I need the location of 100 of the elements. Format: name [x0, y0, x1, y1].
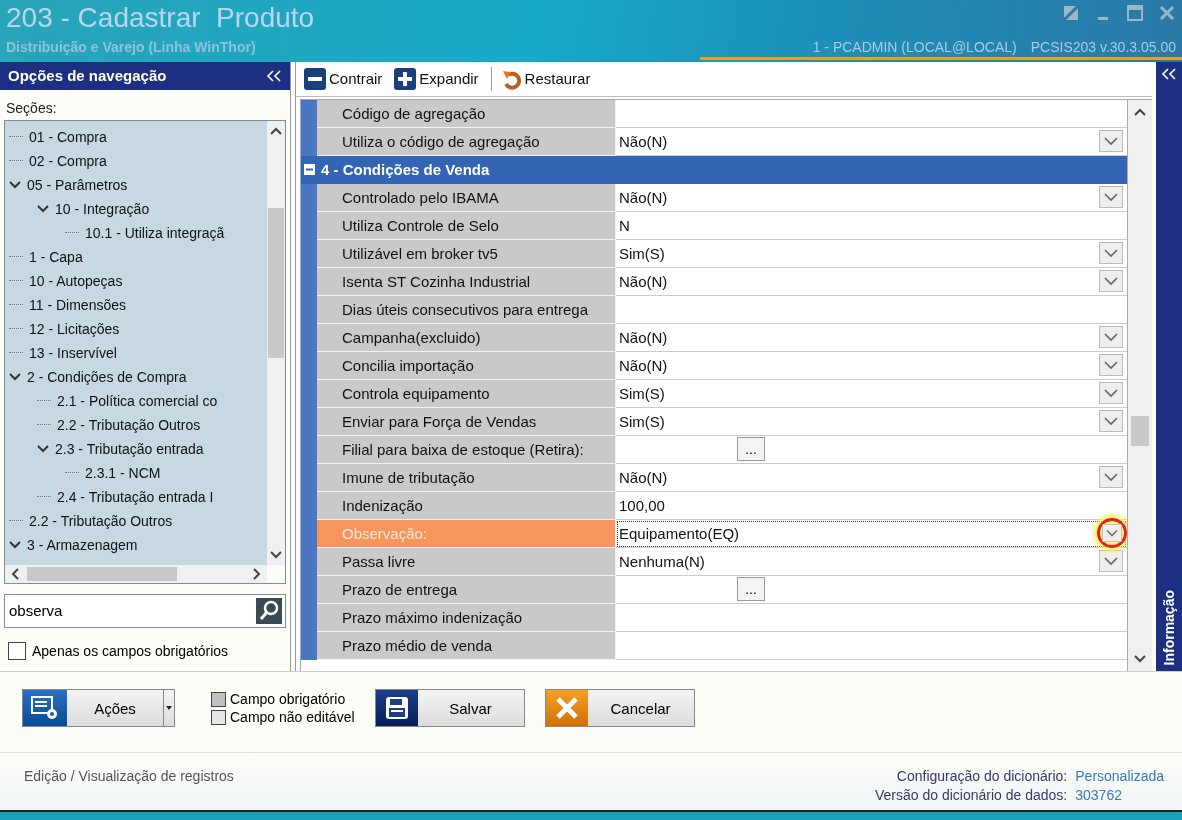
- row-gutter: [301, 183, 317, 212]
- dropdown-button[interactable]: [1099, 382, 1123, 405]
- expanded-chevron-icon[interactable]: [9, 540, 21, 549]
- field-label[interactable]: Isenta ST Cozinha Industrial: [317, 267, 616, 296]
- checkbox[interactable]: [8, 641, 26, 660]
- field-label[interactable]: Prazo de entrega: [317, 575, 616, 604]
- field-label[interactable]: Enviar para Força de Vendas: [317, 407, 616, 436]
- toolbar-button[interactable]: Expandir: [394, 67, 491, 90]
- vertical-scrollbar[interactable]: [267, 120, 285, 565]
- dropdown-button[interactable]: [1099, 130, 1123, 153]
- scroll-right-icon[interactable]: [253, 567, 261, 580]
- settings-list-icon: [30, 695, 60, 722]
- field-label[interactable]: Controla equipamento: [317, 379, 616, 408]
- tree-item[interactable]: 13 - Inservível: [29, 344, 117, 361]
- field-value[interactable]: Sim(S): [619, 412, 1099, 430]
- save-button[interactable]: Salvar: [374, 689, 525, 728]
- panel-title: Opções de navegação: [8, 67, 167, 85]
- field-value[interactable]: Sim(S): [619, 244, 1099, 262]
- tree-item[interactable]: 2.2 - Tributação Outros: [29, 512, 173, 529]
- field-label[interactable]: Código de agregação: [317, 99, 616, 128]
- info-value: Personalizada: [1075, 768, 1164, 785]
- dropdown-button[interactable]: [1099, 270, 1123, 293]
- vertical-scrollbar[interactable]: [1128, 98, 1152, 672]
- tree-item[interactable]: 11 - Dimensões: [29, 296, 126, 313]
- field-label[interactable]: Campanha(excluido): [317, 323, 616, 352]
- field-label[interactable]: Dias úteis consecutivos para entrega: [317, 295, 616, 324]
- tree-item[interactable]: 2 - Condições de Compra: [27, 368, 187, 385]
- section-header[interactable]: 4 - Condições de Venda: [301, 155, 1127, 184]
- scroll-down-icon[interactable]: [1134, 655, 1146, 664]
- dropdown-button[interactable]: [1099, 242, 1123, 265]
- field-value[interactable]: Não(N): [619, 272, 1099, 290]
- field-value[interactable]: Não(N): [619, 468, 1099, 486]
- tree-item[interactable]: 05 - Parâmetros: [27, 176, 128, 193]
- field-label[interactable]: Indenização: [317, 491, 616, 520]
- tree-item[interactable]: 12 - Licitações: [29, 320, 120, 337]
- field-label[interactable]: Controlado pelo IBAMA: [317, 183, 616, 212]
- dropdown-button[interactable]: [1102, 524, 1122, 543]
- dropdown-button[interactable]: [1099, 550, 1123, 573]
- scroll-left-icon[interactable]: [11, 567, 19, 580]
- actions-button[interactable]: Ações: [22, 689, 175, 728]
- field-label[interactable]: Prazo médio de venda: [317, 631, 616, 660]
- info-label: Configuração do dicionário:: [895, 768, 1068, 785]
- tree-item[interactable]: 1 - Capa: [29, 248, 83, 265]
- tree-item[interactable]: 2.2 - Tributação Outros: [57, 416, 201, 433]
- tree-item[interactable]: 3 - Armazenagem: [27, 536, 138, 553]
- field-value[interactable]: Equipamento(EQ): [619, 524, 1097, 542]
- lookup-button[interactable]: ...: [737, 577, 765, 602]
- expanded-chevron-icon[interactable]: [9, 372, 21, 381]
- dropdown-button[interactable]: [1099, 326, 1123, 349]
- field-value[interactable]: 100,00: [619, 496, 1127, 514]
- expanded-chevron-icon[interactable]: [37, 444, 49, 453]
- scroll-up-icon[interactable]: [1134, 107, 1146, 116]
- row-gutter: [301, 127, 317, 156]
- field-label[interactable]: Filial para baixa de estoque (Retira):: [317, 435, 616, 464]
- collapse-panel-icon[interactable]: [1161, 67, 1177, 80]
- field-label[interactable]: Concilia importação: [317, 351, 616, 380]
- collapse-panel-icon[interactable]: [266, 69, 282, 82]
- dropdown-button[interactable]: [1099, 354, 1123, 377]
- scroll-up-icon[interactable]: [270, 126, 282, 135]
- dropdown-button[interactable]: [1099, 410, 1123, 433]
- tree-item[interactable]: 10 - Integração: [55, 200, 150, 217]
- tree-item[interactable]: 2.1 - Política comercial co: [57, 392, 218, 409]
- window-subtitle: Distribuição e Varejo (Linha WinThor): [6, 39, 256, 55]
- field-label[interactable]: Utiliza Controle de Selo: [317, 211, 616, 240]
- field-value[interactable]: N: [619, 216, 1127, 234]
- field-value[interactable]: Não(N): [619, 188, 1099, 206]
- tree-item[interactable]: 2.3.1 - NCM: [85, 464, 161, 481]
- toolbar-button[interactable]: Contrair: [304, 67, 395, 90]
- expanded-chevron-icon[interactable]: [37, 204, 49, 213]
- lookup-button[interactable]: ...: [737, 437, 765, 462]
- collapse-section-icon[interactable]: [304, 164, 315, 176]
- tree-item[interactable]: 2.4 - Tributação entrada I: [57, 488, 214, 505]
- tree-item[interactable]: 10 - Autopeças: [29, 272, 123, 289]
- field-label[interactable]: Imune de tributação: [317, 463, 616, 492]
- side-tab-label[interactable]: Informação: [1161, 589, 1177, 666]
- scrollbar-thumb[interactable]: [1131, 415, 1149, 446]
- field-label[interactable]: Passa livre: [317, 547, 616, 576]
- legend-label: Campo obrigatório: [230, 691, 346, 708]
- tree-item[interactable]: 02 - Compra: [29, 152, 107, 169]
- scrollbar-thumb[interactable]: [268, 207, 284, 358]
- field-value[interactable]: Sim(S): [619, 384, 1099, 402]
- field-label[interactable]: Utiliza o código de agregação: [317, 127, 616, 156]
- scroll-down-icon[interactable]: [270, 550, 282, 559]
- field-value[interactable]: Não(N): [619, 328, 1099, 346]
- dropdown-button[interactable]: [1099, 186, 1123, 209]
- tree-item[interactable]: 10.1 - Utiliza integraçã: [85, 224, 225, 241]
- expanded-chevron-icon[interactable]: [9, 180, 21, 189]
- session-label: 1 - PCADMIN (LOCAL@LOCAL): [812, 39, 1017, 55]
- toolbar-button[interactable]: Restaurar: [501, 67, 603, 90]
- field-label[interactable]: Prazo máximo indenização: [317, 603, 616, 632]
- side-panel[interactable]: Informação: [1156, 61, 1182, 672]
- dropdown-button[interactable]: [1099, 466, 1123, 489]
- field-value[interactable]: Não(N): [619, 132, 1099, 150]
- cancel-button[interactable]: Cancelar: [544, 689, 695, 728]
- field-label[interactable]: Utilizável em broker tv5: [317, 239, 616, 268]
- field-value[interactable]: Nenhuma(N): [619, 552, 1099, 570]
- field-value[interactable]: Não(N): [619, 356, 1099, 374]
- scrollbar-thumb[interactable]: [27, 566, 177, 581]
- tree-item[interactable]: 01 - Compra: [29, 128, 107, 145]
- tree-item[interactable]: 2.3 - Tributação entrada: [55, 440, 204, 457]
